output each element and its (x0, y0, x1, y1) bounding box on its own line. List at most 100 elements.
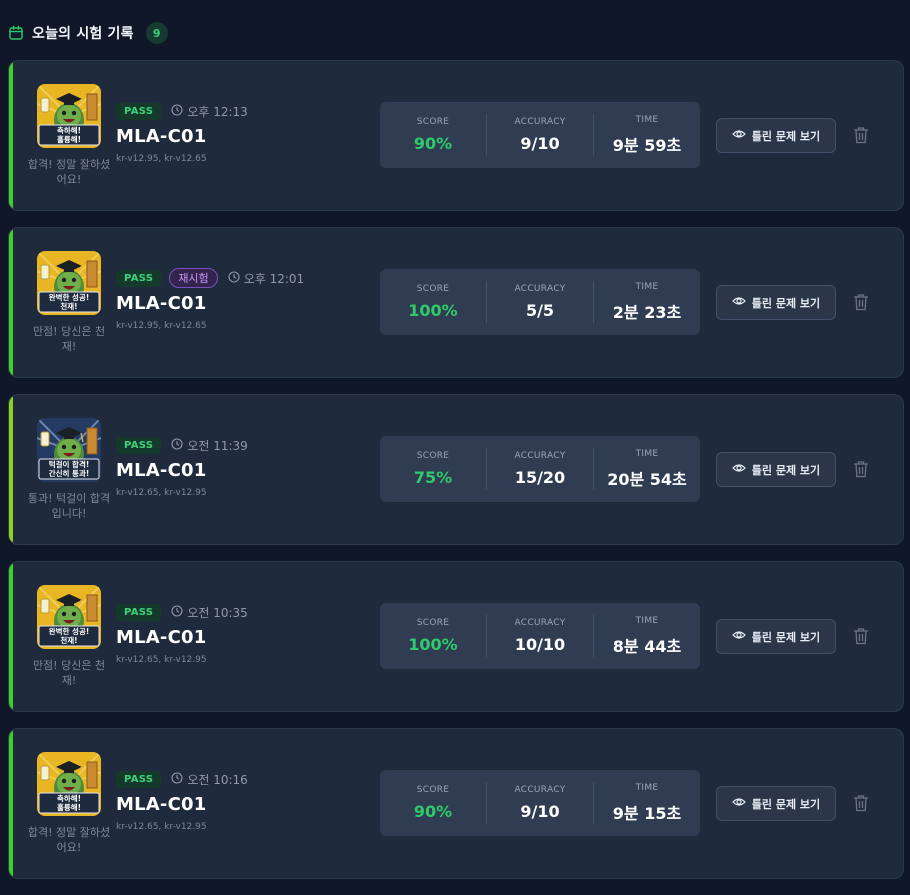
eye-icon (731, 795, 746, 812)
accuracy-value: 10/10 (514, 635, 566, 654)
pass-badge: PASS (116, 269, 162, 287)
trash-icon[interactable] (852, 459, 870, 479)
pass-badge: PASS (116, 436, 162, 454)
score-value: 100% (408, 635, 458, 654)
accuracy-label: ACCURACY (514, 451, 566, 461)
record-time-text: 오전 11:39 (187, 438, 248, 453)
review-wrong-answers-button[interactable]: 틀린 문제 보기 (716, 285, 836, 320)
stats-panel: SCORE 75% ACCURACY 15/20 TIME 20분 54초 (380, 436, 700, 502)
status-accent-bar (9, 395, 13, 544)
record-list: 축하해! 훌륭해! 합격! 정말 잘하셨어요! PASS 오후 12:13 ML… (8, 60, 904, 895)
mascot-image: 완벽한 성공! 천재! (37, 251, 101, 315)
score-value: 100% (408, 301, 458, 320)
trash-icon[interactable] (852, 292, 870, 312)
accuracy-stat: ACCURACY 10/10 (486, 615, 593, 657)
time-label: TIME (635, 281, 659, 292)
record-info: PASS 재시험 오후 12:01 MLA-C01 kr-v12.95, kr-… (116, 268, 304, 331)
review-button-label: 틀린 문제 보기 (751, 296, 821, 310)
review-wrong-answers-button[interactable]: 틀린 문제 보기 (716, 786, 836, 821)
trash-icon[interactable] (852, 125, 870, 145)
mascot-caption: 통과! 턱걸이 합격입니다! (27, 492, 111, 520)
record-info: PASS 오전 10:35 MLA-C01 kr-v12.65, kr-v12.… (116, 602, 248, 665)
score-stat: SCORE 90% (380, 114, 486, 156)
record-time: 오전 10:35 (171, 604, 248, 621)
accuracy-value: 9/10 (520, 134, 560, 153)
record-card: 완벽한 성공! 천재! 만점! 당신은 천재! PASS 재시험 오후 12:0… (8, 227, 904, 378)
section-header: 오늘의 시험 기록 9 (8, 20, 168, 46)
stats-panel: SCORE 90% ACCURACY 9/10 TIME 9분 59초 (380, 102, 700, 168)
mascot-image: 축하해! 훌륭해! (37, 84, 101, 148)
retry-badge: 재시험 (169, 268, 218, 288)
review-wrong-answers-button[interactable]: 틀린 문제 보기 (716, 619, 836, 654)
stats-panel: SCORE 90% ACCURACY 9/10 TIME 9분 15초 (380, 770, 700, 836)
exam-name: MLA-C01 (116, 794, 207, 815)
accuracy-label: ACCURACY (514, 618, 566, 628)
mascot-banner-line-2: 간신히 통과! (49, 468, 90, 478)
exam-name: MLA-C01 (116, 460, 207, 481)
exam-name: MLA-C01 (116, 126, 207, 147)
review-button-label: 틀린 문제 보기 (751, 630, 821, 644)
record-time: 오후 12:01 (228, 270, 304, 287)
accuracy-label: ACCURACY (514, 117, 566, 127)
clock-icon (171, 103, 183, 119)
mascot-banner-line-2: 훌륭해! (57, 134, 81, 144)
mascot-banner-line-2: 천재! (60, 301, 77, 311)
stats-panel: SCORE 100% ACCURACY 5/5 TIME 2분 23초 (380, 269, 700, 335)
time-label: TIME (635, 448, 659, 459)
record-time: 오후 12:13 (171, 103, 248, 120)
accuracy-stat: ACCURACY 15/20 (486, 448, 593, 490)
time-stat: TIME 9분 59초 (593, 114, 700, 156)
mascot-image: 턱걸이 합격! 간신히 통과! (37, 418, 101, 482)
accuracy-label: ACCURACY (514, 284, 566, 294)
score-value: 75% (413, 468, 453, 487)
clock-icon (171, 771, 183, 787)
exam-versions: kr-v12.65, kr-v12.95 (116, 655, 207, 665)
pass-badge: PASS (116, 770, 162, 788)
mascot-banner-line-1: 축하해! (57, 125, 81, 135)
mascot-caption: 합격! 정말 잘하셨어요! (27, 158, 111, 186)
eye-icon (731, 294, 746, 311)
pass-badge: PASS (116, 102, 162, 120)
eye-icon (731, 461, 746, 478)
record-card: 축하해! 훌륭해! 합격! 정말 잘하셨어요! PASS 오후 12:13 ML… (8, 60, 904, 211)
time-stat: TIME 9분 15초 (593, 782, 700, 824)
review-wrong-answers-button[interactable]: 틀린 문제 보기 (716, 118, 836, 153)
score-stat: SCORE 100% (380, 615, 486, 657)
status-accent-bar (9, 729, 13, 878)
mascot-caption: 합격! 정말 잘하셨어요! (27, 826, 111, 854)
record-card: 턱걸이 합격! 간신히 통과! 통과! 턱걸이 합격입니다! PASS 오전 1… (8, 394, 904, 545)
time-label: TIME (635, 782, 659, 793)
review-wrong-answers-button[interactable]: 틀린 문제 보기 (716, 452, 836, 487)
record-time-text: 오전 10:16 (187, 772, 248, 787)
trash-icon[interactable] (852, 626, 870, 646)
review-button-label: 틀린 문제 보기 (751, 463, 821, 477)
duration-value: 8분 44초 (612, 636, 682, 656)
record-time-text: 오전 10:35 (187, 605, 248, 620)
accuracy-value: 5/5 (525, 301, 555, 320)
status-accent-bar (9, 562, 13, 711)
duration-value: 2분 23초 (612, 302, 682, 322)
time-label: TIME (635, 114, 659, 125)
record-info: PASS 오전 10:16 MLA-C01 kr-v12.65, kr-v12.… (116, 769, 248, 832)
score-label: SCORE (416, 618, 450, 628)
trash-icon[interactable] (852, 793, 870, 813)
record-count-badge: 9 (145, 22, 168, 44)
time-stat: TIME 8분 44초 (593, 615, 700, 657)
review-button-label: 틀린 문제 보기 (751, 129, 821, 143)
duration-value: 20분 54초 (607, 469, 687, 489)
mascot-caption: 만점! 당신은 천재! (32, 325, 106, 353)
mascot-image: 축하해! 훌륭해! (37, 752, 101, 816)
exam-name: MLA-C01 (116, 627, 207, 648)
mascot-image: 완벽한 성공! 천재! (37, 585, 101, 649)
exam-versions: kr-v12.95, kr-v12.65 (116, 321, 207, 331)
mascot-banner-line-1: 턱걸이 합격! (49, 459, 90, 469)
eye-icon (731, 628, 746, 645)
record-info: PASS 오전 11:39 MLA-C01 kr-v12.65, kr-v12.… (116, 435, 248, 498)
mascot-banner-line-1: 축하해! (57, 793, 81, 803)
record-time-text: 오후 12:01 (243, 271, 305, 286)
exam-versions: kr-v12.95, kr-v12.65 (116, 154, 207, 164)
mascot-banner-line-2: 훌륭해! (57, 802, 81, 812)
time-label: TIME (635, 615, 659, 626)
time-stat: TIME 20분 54초 (593, 448, 700, 490)
status-accent-bar (9, 61, 13, 210)
